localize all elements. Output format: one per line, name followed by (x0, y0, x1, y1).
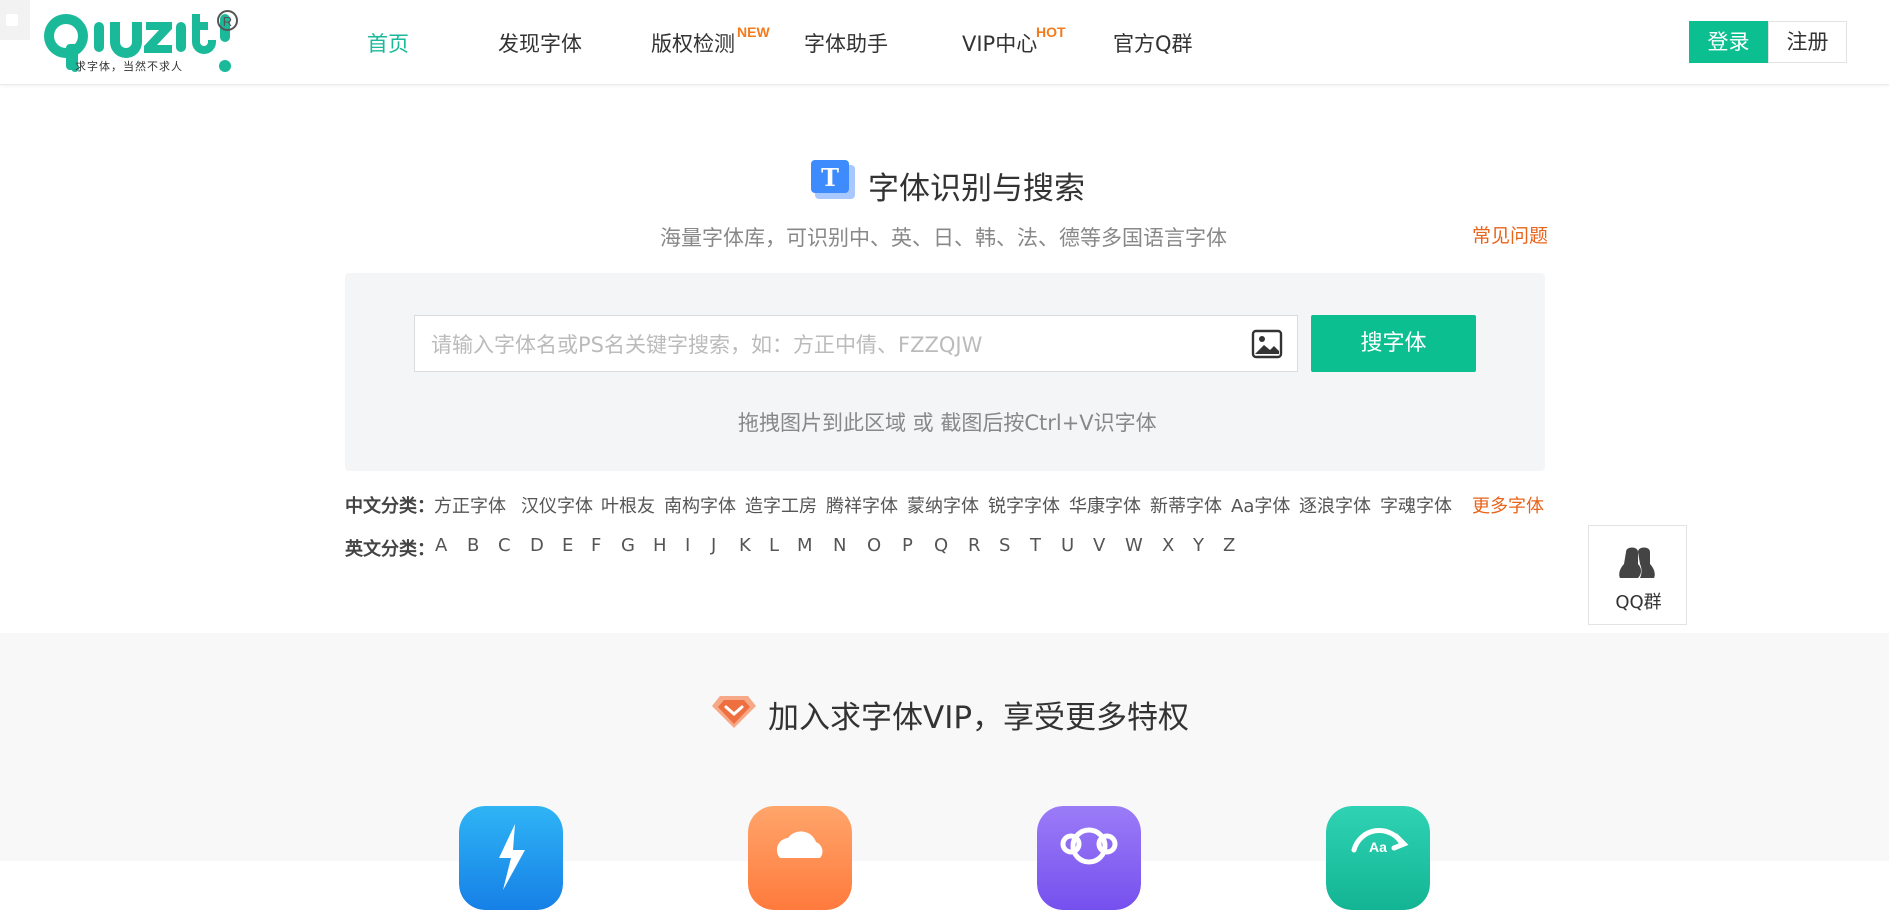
letter-link[interactable]: B (467, 535, 479, 556)
nav-qq-label: 官方Q群 (1113, 32, 1193, 56)
crown-icon (1037, 806, 1141, 910)
nav-vip-center[interactable]: VIP中心 HOT (962, 24, 1066, 58)
site-logo[interactable]: 求字体，当然不求人 (42, 8, 242, 76)
category-link[interactable]: 叶根友 (601, 492, 655, 518)
category-link[interactable]: 锐字字体 (988, 492, 1060, 518)
letter-link[interactable]: F (591, 535, 601, 556)
nav-copyright-label: 版权检测 (651, 32, 735, 56)
letter-link[interactable]: T (1030, 535, 1041, 556)
svg-text:T: T (821, 163, 839, 192)
svg-text:Aa: Aa (1369, 839, 1387, 855)
nav-official-qq-group[interactable]: 官方Q群 (1113, 28, 1193, 58)
letter-link[interactable]: W (1125, 535, 1143, 556)
nav-assistant-label: 字体助手 (804, 32, 888, 56)
page-title: 字体识别与搜索 (868, 171, 1085, 207)
letter-link[interactable]: C (498, 535, 511, 556)
search-box (414, 315, 1298, 373)
logo-tagline: 求字体，当然不求人 (75, 60, 183, 73)
vip-section (0, 633, 1889, 861)
vip-title: 加入求字体VIP，享受更多特权 (768, 700, 1190, 736)
letter-link[interactable]: H (653, 535, 667, 556)
diamond-icon (712, 696, 756, 728)
category-link[interactable]: 蒙纳字体 (907, 492, 979, 518)
letter-link[interactable]: O (867, 535, 881, 556)
letter-link[interactable]: V (1093, 535, 1105, 556)
letter-link[interactable]: K (739, 535, 751, 556)
qq-float-label: QQ群 (1615, 592, 1662, 613)
letter-link[interactable]: Q (934, 535, 948, 556)
letter-link[interactable]: R (968, 535, 981, 556)
category-link[interactable]: 腾祥字体 (826, 492, 898, 518)
lightning-icon (459, 806, 563, 910)
more-fonts-link[interactable]: 更多字体 (1472, 492, 1544, 518)
nav-home-label: 首页 (367, 32, 409, 56)
search-input[interactable] (429, 316, 1233, 373)
chinese-category-label: 中文分类： (345, 496, 435, 517)
category-link[interactable]: 逐浪字体 (1299, 492, 1371, 518)
letter-link[interactable]: I (685, 535, 690, 556)
letter-link[interactable]: J (711, 535, 716, 556)
category-link[interactable]: 汉仪字体 (521, 492, 593, 518)
category-link[interactable]: 华康字体 (1069, 492, 1141, 518)
search-subtitle: 海量字体库，可识别中、英、日、韩、法、德等多国语言字体 (660, 226, 1227, 250)
category-link[interactable]: 字魂字体 (1380, 492, 1452, 518)
letter-link[interactable]: G (621, 535, 635, 556)
qq-icon (1619, 547, 1655, 578)
registered-mark: R (217, 10, 238, 31)
letter-link[interactable]: N (833, 535, 846, 556)
qq-group-float-button[interactable]: QQ群 (1588, 525, 1687, 625)
nav-font-assistant[interactable]: 字体助手 (804, 28, 888, 58)
vip-feature-cloud[interactable] (748, 806, 852, 910)
new-badge: NEW (737, 24, 770, 40)
nav-discover-label: 发现字体 (498, 32, 582, 56)
category-link[interactable]: 造字工房 (745, 492, 817, 518)
letter-link[interactable]: P (902, 535, 913, 556)
english-category-label: 英文分类： (345, 539, 435, 560)
category-link[interactable]: 南构字体 (664, 492, 736, 518)
corner-widget-square (6, 14, 18, 26)
letter-link[interactable]: S (999, 535, 1010, 556)
nav-home[interactable]: 首页 (367, 28, 409, 58)
cloud-icon (748, 806, 852, 910)
register-button[interactable]: 注册 (1768, 21, 1847, 63)
nav-discover-fonts[interactable]: 发现字体 (498, 28, 582, 58)
vip-feature-crown[interactable] (1037, 806, 1141, 910)
font-refresh-icon: Aa (1326, 806, 1430, 910)
letter-link[interactable]: Z (1223, 535, 1235, 556)
faq-link[interactable]: 常见问题 (1472, 221, 1548, 248)
corner-widget[interactable] (0, 0, 30, 40)
category-link[interactable]: 方正字体 (434, 492, 506, 518)
letter-link[interactable]: A (435, 535, 447, 556)
letter-link[interactable]: M (797, 535, 813, 556)
search-button[interactable]: 搜字体 (1311, 315, 1476, 372)
top-nav-bar: 求字体，当然不求人 R 首页 发现字体 版权检测 NEW 字体助手 VIP中心 … (0, 0, 1889, 85)
letter-link[interactable]: X (1162, 535, 1174, 556)
vip-feature-font-refresh[interactable]: Aa (1326, 806, 1430, 910)
nav-vip-label: VIP中心 (962, 32, 1038, 56)
letter-link[interactable]: U (1061, 535, 1074, 556)
login-button[interactable]: 登录 (1689, 21, 1768, 63)
english-category-row: 英文分类： A B C D E F G H I J K L M N O P Q … (345, 535, 1245, 560)
image-upload-icon[interactable] (1251, 328, 1283, 360)
letter-link[interactable]: D (530, 535, 544, 556)
chinese-category-row: 中文分类： 方正字体 汉仪字体 叶根友 南构字体 造字工房 腾祥字体 蒙纳字体 … (345, 492, 1465, 518)
drop-image-hint: 拖拽图片到此区域 或 截图后按Ctrl+V识字体 (738, 411, 1157, 435)
category-link[interactable]: Aa字体 (1231, 492, 1290, 518)
category-link[interactable]: 新蒂字体 (1150, 492, 1222, 518)
vip-feature-speed[interactable] (459, 806, 563, 910)
text-t-icon: T (811, 160, 855, 199)
hot-badge: HOT (1036, 24, 1066, 40)
letter-link[interactable]: L (769, 535, 779, 556)
letter-link[interactable]: Y (1193, 535, 1204, 556)
letter-link[interactable]: E (562, 535, 573, 556)
nav-copyright-check[interactable]: 版权检测 NEW (651, 24, 770, 58)
